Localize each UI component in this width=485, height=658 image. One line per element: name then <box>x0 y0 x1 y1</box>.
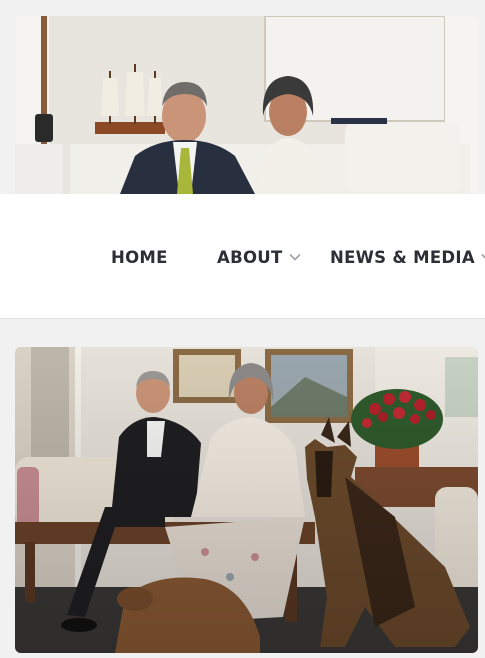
couple-photo-illustration <box>15 16 478 194</box>
nav-item-label: NEWS & MEDIA <box>330 247 475 267</box>
chevron-down-icon[interactable] <box>288 253 301 261</box>
feature-photo <box>15 347 478 653</box>
main-navigation: HOME ABOUT NEWS & MEDIA <box>0 194 485 319</box>
nav-item-label: ABOUT <box>217 247 283 267</box>
couple-with-dogs-photo-illustration <box>15 347 478 653</box>
chevron-down-icon[interactable] <box>481 253 485 261</box>
nav-item-label: HOME <box>111 247 168 267</box>
header-photo <box>15 16 478 194</box>
nav-item-home[interactable]: HOME <box>111 246 168 268</box>
nav-item-news-media[interactable]: NEWS & MEDIA <box>330 246 485 268</box>
nav-item-about[interactable]: ABOUT <box>217 246 301 268</box>
